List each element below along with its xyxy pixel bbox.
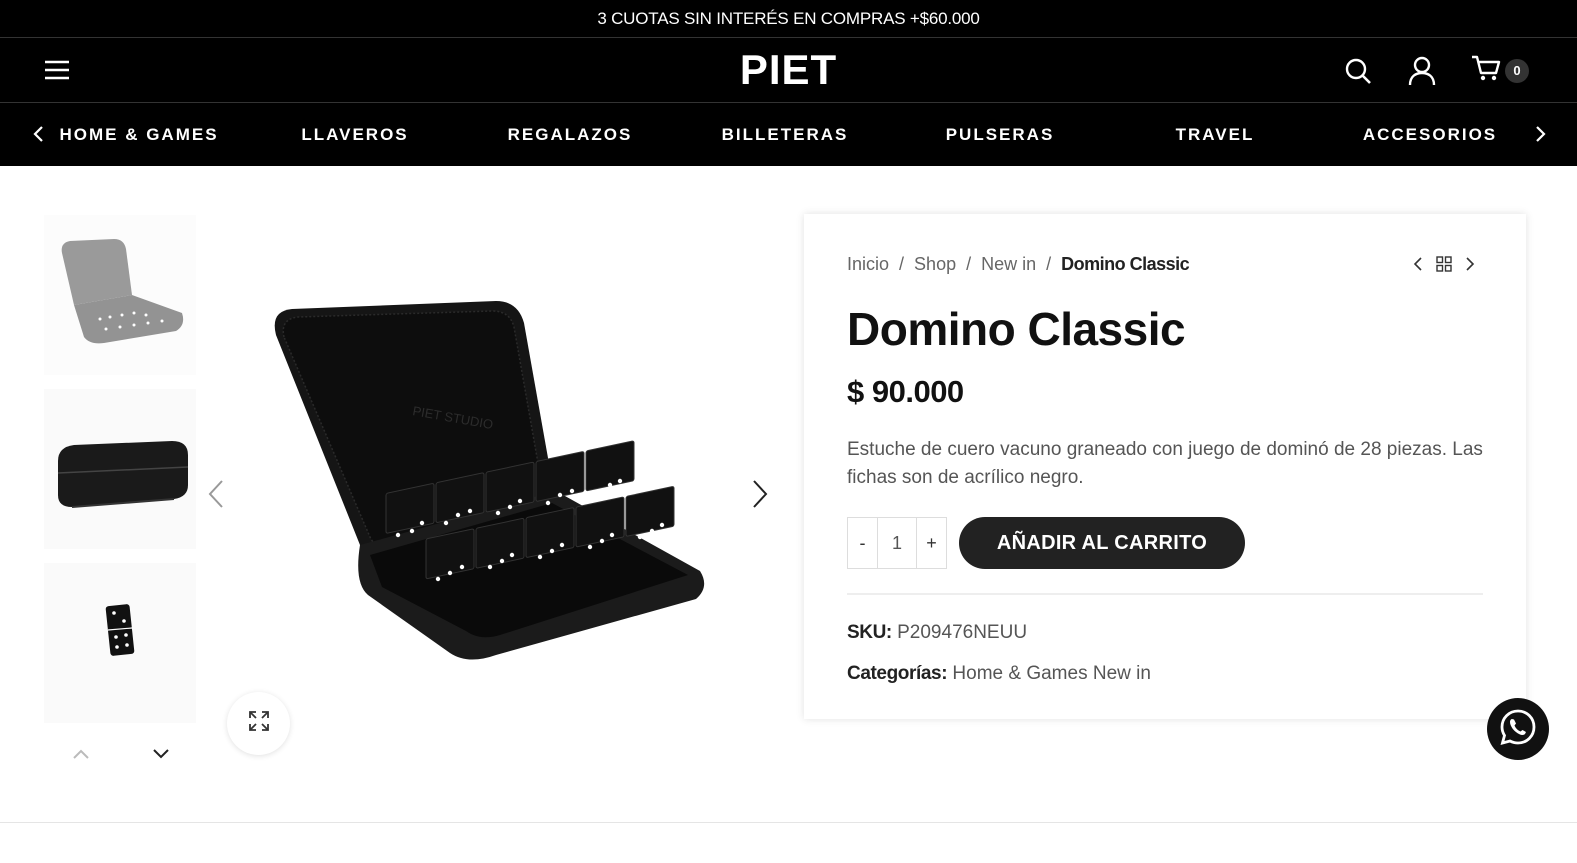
next-product-icon[interactable] [1462,256,1478,272]
nav-home-games[interactable]: HOME & GAMES [59,125,218,145]
product-description: Estuche de cuero vacuno graneado con jue… [847,439,1483,488]
product-navigation [1410,256,1478,272]
divider [847,593,1483,595]
thumbnail-domino-tile[interactable] [44,563,196,723]
zoom-button[interactable] [227,692,290,755]
quantity-increase-button[interactable]: + [917,518,946,568]
add-to-cart-button[interactable]: AÑADIR AL CARRITO [959,517,1245,569]
nav-llaveros[interactable]: LLAVEROS [301,125,408,145]
categories-label: Categorías: [847,663,948,684]
quantity-input[interactable] [877,518,917,568]
breadcrumb-current: Domino Classic [1061,254,1190,274]
whatsapp-button[interactable] [1487,698,1549,760]
nav-travel[interactable]: TRAVEL [1176,125,1255,145]
expand-icon [248,710,270,737]
category-nav: HOME & GAMES LLAVEROS REGALAZOS BILLETER… [0,103,1577,166]
sku-value: P209476NEUU [897,622,1028,643]
grid-icon[interactable] [1436,256,1452,272]
divider [0,822,1577,823]
hamburger-menu-icon[interactable] [44,58,70,82]
thumbnail-open-case[interactable] [44,215,196,375]
cart-button[interactable]: 0 [1471,54,1529,87]
nav-regalazos[interactable]: REGALAZOS [508,125,633,145]
chevron-left-icon[interactable] [28,123,50,145]
search-icon[interactable] [1343,56,1373,86]
thumbnail-closed-case[interactable] [44,389,196,549]
nav-accesorios[interactable]: ACCESORIOS [1363,125,1497,145]
cart-icon [1471,54,1501,87]
main-product-image[interactable]: PIET STUDIO [200,215,780,775]
product-title: Domino Classic [847,303,1186,355]
thumbnail-nav [70,743,172,765]
quantity-decrease-button[interactable]: - [848,518,877,568]
nav-billeteras[interactable]: BILLETERAS [722,125,849,145]
breadcrumb-separator: / [1046,254,1052,274]
product-summary: Inicio / Shop / New in / Domino Classic … [804,214,1526,719]
category-link-home-games[interactable]: Home & Games [952,663,1087,684]
account-icon[interactable] [1407,56,1437,86]
breadcrumb-shop[interactable]: Shop [914,254,956,275]
gallery-prev-arrow[interactable] [204,478,228,510]
quantity-stepper: - + [847,517,947,569]
whatsapp-icon [1498,707,1538,752]
product-sku: SKU: P209476NEUU [847,622,1027,644]
breadcrumb: Inicio / Shop / New in / Domino Classic [847,254,1190,275]
breadcrumb-new-in[interactable]: New in [981,254,1036,275]
chevron-right-icon[interactable] [1529,123,1551,145]
sku-label: SKU: [847,622,892,643]
breadcrumb-separator: / [899,254,905,274]
prev-product-icon[interactable] [1410,256,1426,272]
chevron-down-icon[interactable] [150,743,172,765]
thumbnail-gallery [44,215,196,737]
site-logo[interactable]: PIET [740,46,837,94]
product-price: $ 90.000 [847,374,964,409]
gallery-next-arrow[interactable] [748,478,772,510]
breadcrumb-separator: / [966,254,972,274]
nav-pulseras[interactable]: PULSERAS [946,125,1055,145]
announcement-bar: 3 CUOTAS SIN INTERÉS EN COMPRAS +$60.000 [0,0,1577,37]
site-header: PIET 0 [0,37,1577,103]
category-link-new-in[interactable]: New in [1093,663,1151,684]
cart-count-badge: 0 [1505,58,1529,83]
chevron-up-icon[interactable] [70,743,92,765]
product-categories: Categorías: Home & Games New in [847,663,1151,685]
breadcrumb-inicio[interactable]: Inicio [847,254,889,275]
announcement-text: 3 CUOTAS SIN INTERÉS EN COMPRAS +$60.000 [597,8,980,28]
